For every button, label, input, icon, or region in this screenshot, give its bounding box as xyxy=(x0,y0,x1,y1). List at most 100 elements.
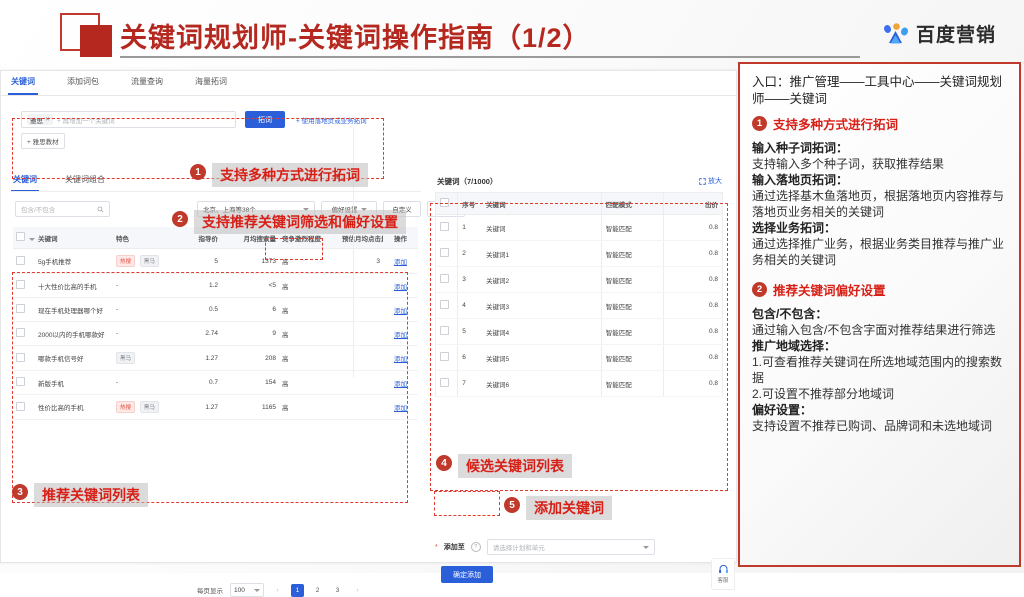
table-row[interactable]: 哪款手机信号好 黑马 1.27 208 高 添加 xyxy=(13,345,418,371)
landing-page-expand-link[interactable]: + 使用落地页或业务拓词 xyxy=(296,115,367,125)
enlarge-button[interactable]: 放大 xyxy=(699,176,722,186)
row-checkbox[interactable] xyxy=(13,297,35,322)
suggested-seed-chip[interactable]: + 雅思教材 xyxy=(21,133,65,149)
row-checkbox[interactable] xyxy=(13,394,35,420)
keyword-input[interactable]: 雅思 ✕ + 再增加一个关键词 xyxy=(21,111,236,128)
row-checkbox[interactable] xyxy=(13,345,35,371)
row-checkbox[interactable] xyxy=(13,321,35,346)
close-icon[interactable]: ✕ xyxy=(45,116,50,123)
row-checkbox[interactable] xyxy=(435,370,458,397)
candidate-select-all[interactable] xyxy=(435,192,458,215)
table-row[interactable]: 新版手机 - 0.7 154 高 添加 xyxy=(13,370,418,395)
candidate-row[interactable]: 3 关键词2 智能匹配 0.8 xyxy=(435,266,723,293)
tab-keyword[interactable]: 关键词 xyxy=(8,76,38,95)
cell-feature: 热搜 黑马 xyxy=(113,248,175,274)
checkbox-icon[interactable] xyxy=(440,222,449,231)
cell-bid[interactable]: 0.8 xyxy=(663,240,723,267)
row-checkbox[interactable] xyxy=(435,292,458,319)
row-checkbox[interactable] xyxy=(435,266,458,293)
plan-unit-select[interactable]: 请选择计划和单元 xyxy=(486,539,655,555)
cell-match-type[interactable]: 智能匹配 xyxy=(600,266,664,293)
table-row[interactable]: 现在手机处理器哪个好 - 0.5 6 高 添加 xyxy=(13,297,418,322)
cell-bid[interactable]: 0.8 xyxy=(663,292,723,319)
add-keyword-link[interactable]: 添加 xyxy=(394,381,407,388)
row-checkbox[interactable] xyxy=(435,344,458,371)
cell-match-type[interactable]: 智能匹配 xyxy=(600,214,664,241)
keyword-chip[interactable]: 雅思 ✕ xyxy=(27,114,54,125)
cell-candidate-keyword: 关键词4 xyxy=(481,318,602,345)
select-all-header[interactable] xyxy=(13,227,35,249)
add-keyword-link[interactable]: 添加 xyxy=(394,332,407,339)
chevron-down-icon[interactable] xyxy=(28,238,35,241)
candidate-row[interactable]: 1 关键词 智能匹配 0.8 xyxy=(435,214,723,241)
checkbox-icon[interactable] xyxy=(16,377,25,386)
row-checkbox[interactable] xyxy=(435,240,458,267)
checkbox-icon[interactable] xyxy=(16,280,25,289)
checkbox-icon[interactable] xyxy=(16,255,25,265)
confirm-add-button[interactable]: 确定添加 xyxy=(441,566,493,583)
checkbox-icon[interactable] xyxy=(440,352,449,361)
checkbox-icon[interactable] xyxy=(440,248,449,257)
table-row[interactable]: 十大性价比高的手机 - 1.2 <5 高 添加 xyxy=(13,273,418,298)
add-keyword-link[interactable]: 添加 xyxy=(394,405,407,412)
panel-divider xyxy=(11,191,421,192)
add-keyword-link[interactable]: 添加 xyxy=(394,356,407,363)
cell-bid[interactable]: 0.8 xyxy=(663,214,723,241)
page-1-button[interactable]: 1 xyxy=(291,583,304,597)
checkbox-icon[interactable] xyxy=(16,401,25,411)
row-checkbox[interactable] xyxy=(13,248,35,274)
cell-match-type[interactable]: 智能匹配 xyxy=(600,344,664,371)
per-page-select[interactable]: 100 xyxy=(230,583,264,597)
cell-bid[interactable]: 0.8 xyxy=(663,370,723,397)
cell-bid[interactable]: 0.8 xyxy=(663,318,723,345)
cell-bid[interactable]: 0.8 xyxy=(663,344,723,371)
checkbox-icon[interactable] xyxy=(440,300,449,309)
cell-match-type[interactable]: 智能匹配 xyxy=(600,292,664,319)
checkbox-icon[interactable] xyxy=(440,198,449,207)
candidate-row[interactable]: 7 关键词6 智能匹配 0.8 xyxy=(435,370,723,397)
candidate-row[interactable]: 4 关键词3 智能匹配 0.8 xyxy=(435,292,723,319)
row-checkbox[interactable] xyxy=(13,370,35,395)
expand-words-button[interactable]: 拓词 xyxy=(245,111,285,128)
cell-index: 3 xyxy=(457,266,482,293)
brand-name: 百度营销 xyxy=(915,25,996,46)
checkbox-icon[interactable] xyxy=(440,378,449,387)
add-keyword-link[interactable]: 添加 xyxy=(394,259,407,266)
page-prev-button[interactable]: ‹ xyxy=(271,584,284,597)
checkbox-icon[interactable] xyxy=(440,326,449,335)
col-keyword[interactable]: 关键词 xyxy=(35,227,113,249)
add-keyword-link[interactable]: 添加 xyxy=(394,308,407,315)
cell-match-type[interactable]: 智能匹配 xyxy=(600,370,664,397)
customer-service-widget[interactable]: 客服 xyxy=(711,558,735,590)
row-checkbox[interactable] xyxy=(435,214,458,241)
checkbox-icon[interactable] xyxy=(16,328,25,337)
checkbox-icon[interactable] xyxy=(440,274,449,283)
cell-match-type[interactable]: 智能匹配 xyxy=(600,318,664,345)
add-keyword-link[interactable]: 添加 xyxy=(394,284,407,291)
cell-competition: 高 xyxy=(279,273,339,298)
tab-add-wordpack[interactable]: 添加词包 xyxy=(67,76,99,91)
table-row[interactable]: 性价比高的手机 热搜 黑马 1.27 1165 高 添加 xyxy=(13,394,418,420)
include-exclude-search[interactable]: 包含/不包含 xyxy=(15,201,110,217)
table-row[interactable]: 5g手机推荐 热搜 黑马 5 1373 高 3 添加 xyxy=(13,248,418,274)
info-icon[interactable]: ? xyxy=(470,542,481,552)
checkbox-icon[interactable] xyxy=(16,352,25,362)
row-checkbox[interactable] xyxy=(13,273,35,298)
page-2-button[interactable]: 2 xyxy=(311,584,324,597)
cell-match-type[interactable]: 智能匹配 xyxy=(600,240,664,267)
panel-tab-keyword[interactable]: 关键词 xyxy=(11,174,39,192)
enlarge-label: 放大 xyxy=(708,178,722,185)
panel-tab-keyword-combo[interactable]: 关键词组合 xyxy=(65,174,105,189)
table-row[interactable]: 2000以内的手机哪款好 - 2.74 9 高 添加 xyxy=(13,321,418,346)
candidate-row[interactable]: 6 关键词5 智能匹配 0.8 xyxy=(435,344,723,371)
cell-bid[interactable]: 0.8 xyxy=(663,266,723,293)
tab-mass-expand[interactable]: 海量拓词 xyxy=(195,76,227,91)
checkbox-icon[interactable] xyxy=(16,232,25,241)
tab-traffic-query[interactable]: 流量查询 xyxy=(131,76,163,91)
checkbox-icon[interactable] xyxy=(16,304,25,313)
candidate-row[interactable]: 2 关键词1 智能匹配 0.8 xyxy=(435,240,723,267)
candidate-row[interactable]: 5 关键词4 智能匹配 0.8 xyxy=(435,318,723,345)
page-next-button[interactable]: › xyxy=(351,584,364,597)
page-3-button[interactable]: 3 xyxy=(331,584,344,597)
row-checkbox[interactable] xyxy=(435,318,458,345)
